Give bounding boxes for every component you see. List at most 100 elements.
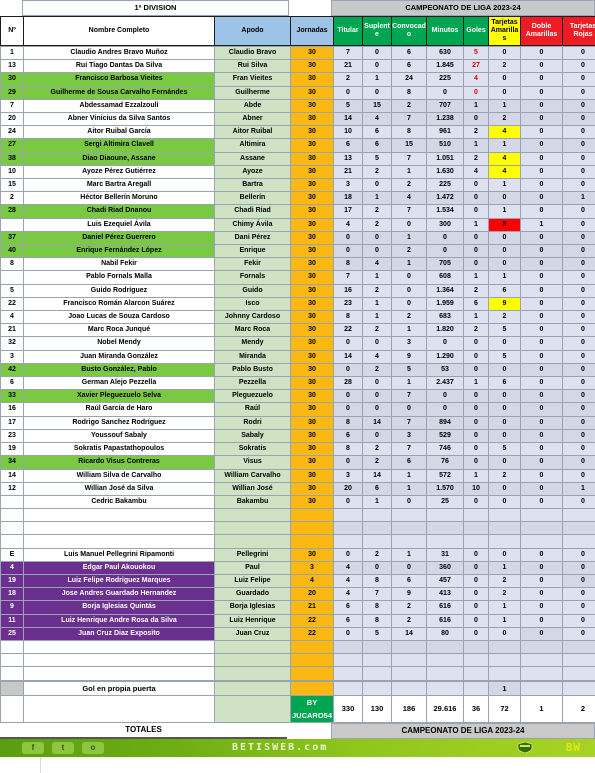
own-goal-roj [563,681,595,695]
facebook-icon[interactable]: f [22,742,44,754]
table-row[interactable] [1,641,595,654]
table-row[interactable]: 4Edgar Paul AkouokouPaul34003600100 [1,561,595,574]
header-num[interactable]: Nº [1,17,24,46]
row-nickname [215,654,291,667]
table-row[interactable]: 6German Alejo PezzellaPezzella3028012.43… [1,377,595,390]
table-row[interactable]: 28Chadi Riad DnanouChadi Riad3017271.534… [1,205,595,218]
table-row[interactable]: 14William Silva de CarvalhoWilliam Carva… [1,469,595,482]
row-suplente: 8 [363,601,392,614]
row-convocado: 1 [392,165,427,178]
header-convocado[interactable]: Convocado [392,17,427,46]
header-dobles[interactable]: Doble Amarillas [521,17,563,46]
row-convocado: 2 [392,311,427,324]
table-row[interactable]: 19Sokratis PapastathopoulosSokratis30827… [1,443,595,456]
row-convocado: 0 [392,218,427,231]
table-row[interactable]: 18Jose Andres Guardado HernandezGuardado… [1,588,595,601]
table-row[interactable]: 8Nabil FekirFekir308417050000 [1,258,595,271]
table-row[interactable]: 38Diao Diaoune, AssaneAssane3013571.0512… [1,152,595,165]
instagram-icon[interactable]: o [82,742,104,754]
table-row[interactable]: 29Guilherme de Sousa Carvalho FernándesG… [1,86,595,99]
row-full-name: Guido Rodríguez [24,284,215,297]
row-amarillas: 0 [489,548,521,561]
row-dobles: 0 [521,390,563,403]
row-rojas: 0 [563,205,595,218]
totals-goles: 36 [464,695,489,722]
totals-row: BY JUCARO54 330 130 186 29.616 36 72 1 2 [1,695,595,722]
table-row[interactable]: 22Francisco Román Alarcon SuárezIsco3023… [1,297,595,310]
table-row[interactable]: 4Joao Lucas de Souza CardosoJohnny Cardo… [1,311,595,324]
table-row[interactable]: Luis Ezequiel ÁvilaChimy Ávila3042030015… [1,218,595,231]
row-goles: 0 [464,86,489,99]
table-row[interactable]: 32Nobel MendyMendy3000300000 [1,337,595,350]
table-row[interactable]: 33Xavier Pleguezuelo SelvaPleguezuelo300… [1,390,595,403]
table-row[interactable]: 13Rui Tiago Dantas Da SilvaRui Silva3021… [1,60,595,73]
header-apodo[interactable]: Apodo [215,17,291,46]
table-row[interactable]: Cedric BakambuBakambu30010250000 [1,495,595,508]
table-row[interactable]: 27Sergi Altimira ClavellAltimira30661551… [1,139,595,152]
twitter-icon[interactable]: t [52,742,74,754]
table-row[interactable]: 16Raúl García de HaroRaúl3000000000 [1,403,595,416]
row-number: 19 [1,575,24,588]
header-minutos[interactable]: Minutos [427,17,464,46]
table-row[interactable]: 21Marc Roca JunquéMarc Roca3022211.82025… [1,324,595,337]
row-titular: 16 [334,284,363,297]
table-row[interactable]: 5Guido RodríguezGuido3016201.3642600 [1,284,595,297]
header-suplente[interactable]: Suplente [363,17,392,46]
row-full-name: German Alejo Pezzella [24,377,215,390]
table-row[interactable]: 19Luiz Felipe Rodriguez MarquesLuiz Feli… [1,575,595,588]
table-row[interactable]: 11Luiz Henrique Andre Rosa da SilvaLuiz … [1,614,595,627]
table-row[interactable]: 40Enrique Fernández LópezEnrique30002000… [1,245,595,258]
row-titular: 0 [334,495,363,508]
table-row[interactable]: 23Youssouf SabalySabaly306035290000 [1,429,595,442]
row-number: 20 [1,113,24,126]
header-amarillas[interactable]: Tarjetas Amarillas [489,17,521,46]
table-row[interactable]: 15Marc Bartra AregallBartra303022250100 [1,179,595,192]
row-dobles: 0 [521,245,563,258]
table-row[interactable] [1,654,595,667]
row-rojas: 0 [563,495,595,508]
row-rojas: 1 [563,192,595,205]
row-titular: 6 [334,139,363,152]
row-rojas: 1 [563,482,595,495]
header-goles[interactable]: Goles [464,17,489,46]
header-jornadas[interactable]: Jornadas [291,17,334,46]
row-suplente [363,535,392,548]
table-row[interactable]: 34Ricardo Visus ContrerasVisus3002676000… [1,456,595,469]
table-row[interactable]: 25Juan Cruz Diaz ExpositoJuan Cruz220514… [1,627,595,640]
header-nombre[interactable]: Nombre Completo [24,17,215,46]
row-titular: 6 [334,601,363,614]
table-row[interactable]: 2Héctor Bellerín MorunoBellerín3018141.4… [1,192,595,205]
header-titular[interactable]: Titular [334,17,363,46]
table-row[interactable] [1,509,595,522]
row-jornadas: 30 [291,377,334,390]
table-row[interactable]: ELuis Manuel Pellegrini RipamontiPellegr… [1,548,595,561]
row-suplente: 0 [363,403,392,416]
table-row[interactable]: Pablo Fornals MallaFornals307106081100 [1,271,595,284]
row-minutos [427,522,464,535]
table-row[interactable]: 12Willian José da SilvaWillian José30206… [1,482,595,495]
row-goles: 0 [464,179,489,192]
table-row[interactable]: 1Claudio Andres Bravo MuñozClaudio Bravo… [1,47,595,60]
table-row[interactable]: 30Francisco Barbosa VieitesFran Vieites3… [1,73,595,86]
row-goles: 5 [464,47,489,60]
table-row[interactable] [1,667,595,680]
row-nickname: Altimira [215,139,291,152]
table-row[interactable]: 42Busto González, PabloPablo Busto300255… [1,363,595,376]
table-row[interactable]: 10Ayoze Pérez GutiérrezAyoze3021211.6304… [1,165,595,178]
table-row[interactable]: 20Abner Vinicius da Silva SantosAbner301… [1,113,595,126]
table-row[interactable] [1,522,595,535]
table-row[interactable]: 24Aitor Ruibal GarcíaAitor Ruibal3010689… [1,126,595,139]
table-row[interactable]: 9Borja Iglesias QuintásBorja Iglesias216… [1,601,595,614]
table-row[interactable]: 7Abdessamad EzzalzouliAbde3051527071100 [1,99,595,112]
footer-underbar [0,757,595,773]
row-jornadas: 30 [291,231,334,244]
header-rojas[interactable]: Tarjetas Rojas [563,17,595,46]
row-dobles: 0 [521,403,563,416]
table-row[interactable]: 3Juan Miranda GonzálezMiranda3014491.290… [1,350,595,363]
row-convocado: 1 [392,258,427,271]
footer-underbar-cell [0,757,41,773]
table-row[interactable]: 17Rodrigo Sanchez RodríguezRodri30814789… [1,416,595,429]
table-row[interactable]: 37Daniel Pérez GuerreroDani Pérez3000100… [1,231,595,244]
table-row[interactable] [1,535,595,548]
row-goles: 4 [464,165,489,178]
